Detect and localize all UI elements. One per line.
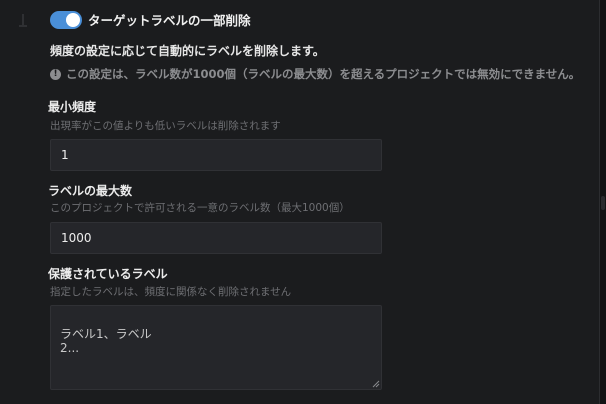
toggle-label: ターゲットラベルの一部削除 (88, 13, 251, 28)
partial-delete-toggle[interactable] (50, 10, 82, 29)
info-icon: ! (50, 68, 61, 80)
scrollbar-thumb[interactable] (601, 196, 605, 210)
scrollbar-track[interactable] (600, 0, 606, 404)
protected-labels-help: 指定したラベルは、頻度に関係なく削除されません (50, 286, 292, 298)
max-labels-input[interactable]: 1000 (50, 222, 382, 254)
max-labels-label: ラベルの最大数 (48, 184, 133, 198)
settings-panel: ターゲットラベルの一部削除 頻度の設定に応じて自動的にラベルを削除します。 ! … (0, 0, 600, 404)
textarea-placeholder: ラベル1、ラベル 2... (60, 327, 152, 355)
min-frequency-help: 出現率がこの値よりも低いラベルは削除されます (50, 120, 281, 132)
partial-delete-toggle-row: ターゲットラベルの一部削除 (50, 10, 251, 29)
section-description: 頻度の設定に応じて自動的にラベルを削除します。 (50, 44, 325, 58)
protected-labels-textarea[interactable]: ラベル1、ラベル 2... (50, 305, 382, 390)
protected-labels-label: 保護されているラベル (48, 267, 168, 281)
resize-grip-icon[interactable] (372, 380, 380, 388)
info-note: ! この設定は、ラベル数が1000個（ラベルの最大数）を超えるプロジェクトでは無… (50, 66, 580, 82)
pin-icon (19, 14, 27, 27)
info-text: この設定は、ラベル数が1000個（ラベルの最大数）を超えるプロジェクトでは無効に… (66, 67, 581, 81)
max-labels-help: このプロジェクトで許可される一意のラベル数（最大1000個） (50, 202, 350, 214)
toggle-knob (66, 12, 80, 27)
min-frequency-label: 最小頻度 (48, 100, 97, 114)
min-frequency-input[interactable]: 1 (50, 139, 382, 171)
